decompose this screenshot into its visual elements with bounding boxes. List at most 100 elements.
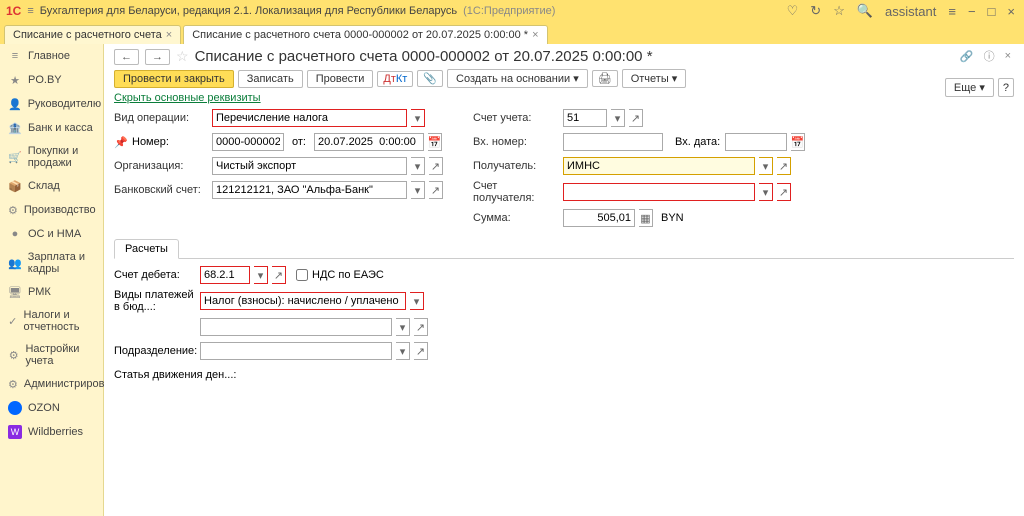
open-icon[interactable]: ↗ — [777, 157, 791, 175]
payment-types-input[interactable] — [200, 292, 406, 310]
open-icon[interactable]: ↗ — [414, 318, 428, 336]
dropdown-icon[interactable]: ▾ — [411, 157, 425, 175]
more-button[interactable]: Еще ▾ — [945, 78, 994, 97]
bell-icon[interactable]: ♡ — [784, 3, 802, 19]
close-panel-icon[interactable]: × — [1002, 50, 1014, 62]
nav-icon: 🏦 — [8, 121, 22, 135]
tab-label: Списание с расчетного счета — [13, 29, 162, 41]
dt-kt-icon[interactable]: ДтКт — [377, 71, 413, 87]
vat-eaes-label: НДС по ЕАЭС — [312, 269, 384, 281]
star-icon[interactable]: ☆ — [830, 3, 848, 19]
sidebar-item-11[interactable]: ⚙Настройки учета — [0, 338, 103, 372]
settings-icon[interactable]: ≡ — [945, 4, 959, 19]
recipient-acc-input[interactable] — [563, 183, 755, 201]
sidebar-label: Зарплата и кадры — [28, 251, 95, 275]
account-input[interactable] — [563, 109, 607, 127]
sidebar-item-1[interactable]: ★PO.BY — [0, 68, 103, 92]
sidebar-item-0[interactable]: ≡Главное — [0, 44, 103, 68]
bank-acc-input[interactable] — [212, 181, 407, 199]
sidebar-item-14[interactable]: WWildberries — [0, 420, 103, 444]
calc-icon[interactable]: ▦ — [639, 209, 653, 227]
nav-icon: ⚙ — [8, 348, 19, 362]
sidebar-item-13[interactable]: OZON — [0, 396, 103, 420]
record-button[interactable]: Записать — [238, 70, 303, 88]
dropdown-icon[interactable]: ▾ — [410, 292, 424, 310]
dropdown-icon[interactable]: ▾ — [254, 266, 268, 284]
calendar-icon[interactable]: 📅 — [428, 133, 442, 151]
vat-eaes-checkbox[interactable] — [296, 269, 308, 281]
dropdown-icon[interactable]: ▾ — [396, 342, 410, 360]
in-number-input[interactable] — [563, 133, 663, 151]
forward-button[interactable]: → — [145, 49, 170, 65]
debit-input[interactable] — [200, 266, 250, 284]
history-icon[interactable]: ↻ — [807, 3, 824, 19]
help-button[interactable]: ? — [998, 78, 1014, 97]
back-button[interactable]: ← — [114, 49, 139, 65]
tab-close-icon[interactable]: × — [166, 29, 172, 41]
post-button[interactable]: Провести — [307, 70, 374, 88]
attach-icon[interactable]: 📎 — [417, 70, 443, 87]
recipient-input[interactable] — [563, 157, 755, 175]
open-icon[interactable]: ↗ — [429, 157, 443, 175]
post-and-close-button[interactable]: Провести и закрыть — [114, 70, 234, 88]
sidebar-label: ОС и НМА — [28, 228, 81, 240]
extra-input[interactable] — [200, 318, 392, 336]
open-icon[interactable]: ↗ — [429, 181, 443, 199]
create-based-button[interactable]: Создать на основании ▾ — [447, 69, 588, 88]
sum-input[interactable] — [563, 209, 635, 227]
operation-type-label: Вид операции: — [114, 112, 208, 124]
sidebar-item-6[interactable]: ⚙Производство — [0, 198, 103, 222]
minimize-icon[interactable]: − — [965, 4, 979, 19]
hide-main-link[interactable]: Скрыть основные реквизиты — [114, 92, 261, 104]
tab-label: Списание с расчетного счета 0000-000002 … — [192, 29, 528, 41]
open-icon[interactable]: ↗ — [272, 266, 286, 284]
tab-calculations[interactable]: Расчеты — [114, 239, 179, 259]
dropdown-icon[interactable]: ▾ — [759, 157, 773, 175]
sidebar-label: Wildberries — [28, 426, 83, 438]
org-input[interactable] — [212, 157, 407, 175]
dropdown-icon[interactable]: ▾ — [759, 183, 773, 201]
sidebar-label: PO.BY — [28, 74, 62, 86]
sidebar-item-10[interactable]: ✓Налоги и отчетность — [0, 304, 103, 338]
number-input[interactable] — [212, 133, 284, 151]
print-icon[interactable]: 🖨 — [592, 70, 618, 87]
open-icon[interactable]: ↗ — [629, 109, 643, 127]
in-date-input[interactable] — [725, 133, 787, 151]
dropdown-icon[interactable]: ▾ — [611, 109, 625, 127]
sidebar-item-12[interactable]: ⚙Администрирование — [0, 372, 103, 396]
info-icon[interactable]: ⓘ — [981, 48, 998, 64]
sidebar-item-4[interactable]: 🛒Покупки и продажи — [0, 140, 103, 174]
org-label: Организация: — [114, 160, 208, 172]
sidebar-item-2[interactable]: 👤Руководителю — [0, 92, 103, 116]
search-icon[interactable]: 🔍 — [854, 3, 876, 19]
sidebar-item-8[interactable]: 👥Зарплата и кадры — [0, 246, 103, 280]
tab-close-icon[interactable]: × — [532, 29, 538, 41]
close-icon[interactable]: × — [1004, 4, 1018, 19]
favorite-icon[interactable]: ☆ — [176, 48, 189, 65]
date-input[interactable] — [314, 133, 424, 151]
calendar-icon[interactable]: 📅 — [791, 133, 805, 151]
link-icon[interactable]: 🔗 — [957, 50, 977, 63]
dropdown-icon[interactable]: ▾ — [396, 318, 410, 336]
pin-icon[interactable]: 📌 — [114, 136, 128, 149]
sidebar-item-9[interactable]: 🖥РМК — [0, 280, 103, 304]
recipient-label: Получатель: — [473, 160, 559, 172]
menu-icon[interactable]: ≡ — [27, 5, 33, 17]
open-icon[interactable]: ↗ — [777, 183, 791, 201]
debit-label: Счет дебета: — [114, 269, 196, 281]
sidebar-item-3[interactable]: 🏦Банк и касса — [0, 116, 103, 140]
reports-button[interactable]: Отчеты ▾ — [622, 69, 687, 88]
division-input[interactable] — [200, 342, 392, 360]
nav-icon: ✓ — [8, 314, 18, 328]
tab-document[interactable]: Списание с расчетного счета 0000-000002 … — [183, 25, 547, 44]
dropdown-icon[interactable]: ▾ — [411, 181, 425, 199]
sidebar-item-5[interactable]: 📦Склад — [0, 174, 103, 198]
payment-types-label: Виды платежей в бюд...: — [114, 289, 196, 313]
tab-list[interactable]: Списание с расчетного счета × — [4, 25, 181, 44]
maximize-icon[interactable]: □ — [985, 4, 999, 19]
document-title: Списание с расчетного счета 0000-000002 … — [195, 48, 653, 65]
open-icon[interactable]: ↗ — [414, 342, 428, 360]
sidebar-item-7[interactable]: ●ОС и НМА — [0, 222, 103, 246]
dropdown-icon[interactable]: ▾ — [411, 109, 425, 127]
operation-type-input[interactable] — [212, 109, 407, 127]
